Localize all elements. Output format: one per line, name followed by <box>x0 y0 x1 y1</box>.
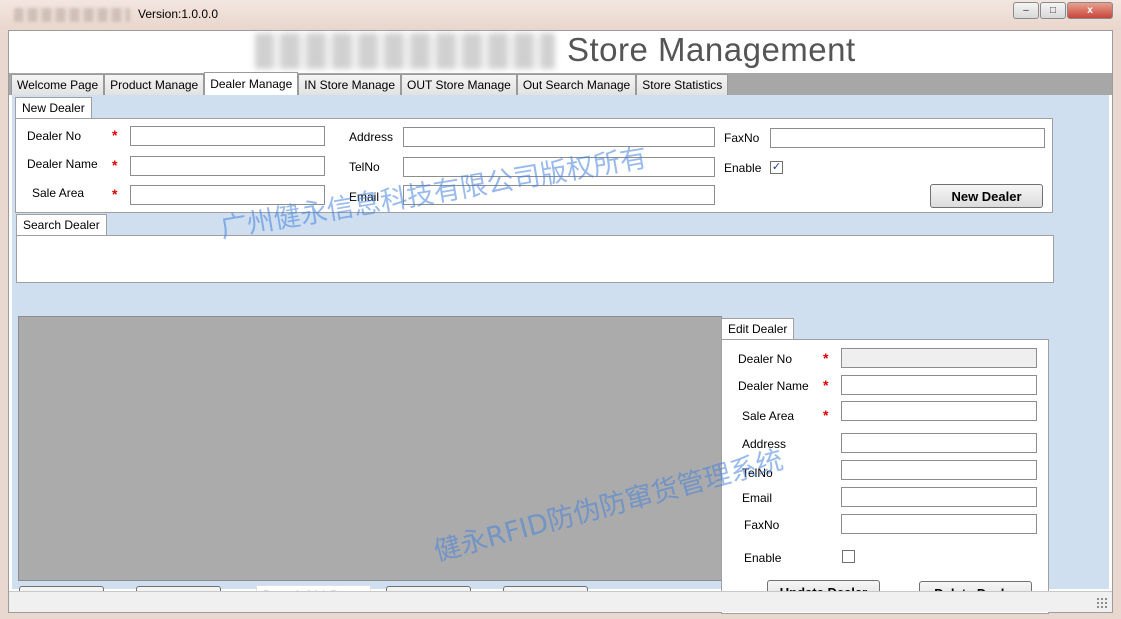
edit-telno-input[interactable] <box>841 460 1037 480</box>
edit-address-input[interactable] <box>841 433 1037 453</box>
edit-dealer-name-label: Dealer Name <box>738 379 809 393</box>
enable-checkbox[interactable]: ✓ <box>770 161 783 174</box>
new-dealer-button[interactable]: New Dealer <box>930 184 1043 208</box>
edit-dealer-name-input[interactable] <box>841 375 1037 395</box>
minimize-icon[interactable]: – <box>1013 2 1039 19</box>
dealer-data-grid[interactable] <box>18 316 722 581</box>
new-dealer-group: Dealer No * Dealer Name * Sale Area * Ad… <box>15 118 1053 213</box>
dealer-no-input[interactable] <box>130 126 325 146</box>
required-mark: * <box>112 186 118 202</box>
main-tabs: Welcome Page Product Manage Dealer Manag… <box>11 72 729 95</box>
edit-faxno-label: FaxNo <box>744 518 780 532</box>
tab-in-store-manage[interactable]: IN Store Manage <box>298 74 401 95</box>
edit-dealer-no-label: Dealer No <box>738 352 793 366</box>
email-label: Email <box>349 190 380 204</box>
required-mark: * <box>112 157 118 173</box>
edit-faxno-input[interactable] <box>841 514 1037 534</box>
edit-telno-label: TelNo <box>742 466 773 480</box>
required-mark: * <box>823 377 829 393</box>
edit-enable-checkbox[interactable] <box>842 550 855 563</box>
edit-dealer-group: Dealer No * Dealer Name * Sale Area * Ad… <box>721 339 1049 614</box>
close-icon[interactable]: x <box>1067 2 1113 19</box>
tab-out-store-manage[interactable]: OUT Store Manage <box>401 74 517 95</box>
edit-address-label: Address <box>742 437 787 451</box>
edit-email-input[interactable] <box>841 487 1037 507</box>
sale-area-input[interactable] <box>130 185 325 205</box>
dealer-manage-panel: New Dealer Dealer No * Dealer Name * Sal… <box>12 95 1109 614</box>
faxno-label: FaxNo <box>724 131 760 145</box>
version-label: Version:1.0.0.0 <box>138 7 219 21</box>
company-logo-blurred <box>255 33 555 69</box>
maximize-icon[interactable]: □ <box>1040 2 1066 19</box>
dealer-name-input[interactable] <box>130 156 325 176</box>
window-controls: – □ x <box>1013 2 1113 19</box>
search-dealer-group <box>16 235 1054 283</box>
sale-area-label: Sale Area <box>32 186 85 200</box>
enable-label: Enable <box>724 161 762 175</box>
title-bar: Version:1.0.0.0 – □ x <box>0 0 1121 30</box>
edit-email-label: Email <box>742 491 773 505</box>
edit-sale-area-label: Sale Area <box>742 409 795 423</box>
edit-dealer-no-input[interactable] <box>841 348 1037 368</box>
tab-dealer-manage[interactable]: Dealer Manage <box>204 72 299 95</box>
dealer-no-label: Dealer No <box>27 129 82 143</box>
main-window: Store Management Welcome Page Product Ma… <box>8 30 1113 614</box>
edit-dealer-group-tab[interactable]: Edit Dealer <box>721 318 795 339</box>
telno-label: TelNo <box>349 160 380 174</box>
required-mark: * <box>823 407 829 423</box>
address-input[interactable] <box>403 127 715 147</box>
search-dealer-group-tab[interactable]: Search Dealer <box>16 214 107 235</box>
app-name-blurred <box>14 8 130 22</box>
telno-input[interactable] <box>403 157 715 177</box>
email-input[interactable] <box>403 185 715 205</box>
required-mark: * <box>823 350 829 366</box>
status-bar <box>9 591 1112 612</box>
new-dealer-group-tab[interactable]: New Dealer <box>15 97 92 118</box>
edit-enable-label: Enable <box>744 551 782 565</box>
tab-product-manage[interactable]: Product Manage <box>104 74 205 95</box>
tab-welcome-page[interactable]: Welcome Page <box>11 74 105 95</box>
tab-out-search-manage[interactable]: Out Search Manage <box>516 74 637 95</box>
dealer-name-label: Dealer Name <box>27 157 98 171</box>
tab-store-statistics[interactable]: Store Statistics <box>636 74 729 95</box>
address-label: Address <box>349 130 394 144</box>
edit-sale-area-input[interactable] <box>841 401 1037 421</box>
faxno-input[interactable] <box>770 128 1045 148</box>
resize-grip-icon[interactable] <box>1096 597 1108 609</box>
page-title: Store Management <box>567 31 856 68</box>
required-mark: * <box>112 127 118 143</box>
